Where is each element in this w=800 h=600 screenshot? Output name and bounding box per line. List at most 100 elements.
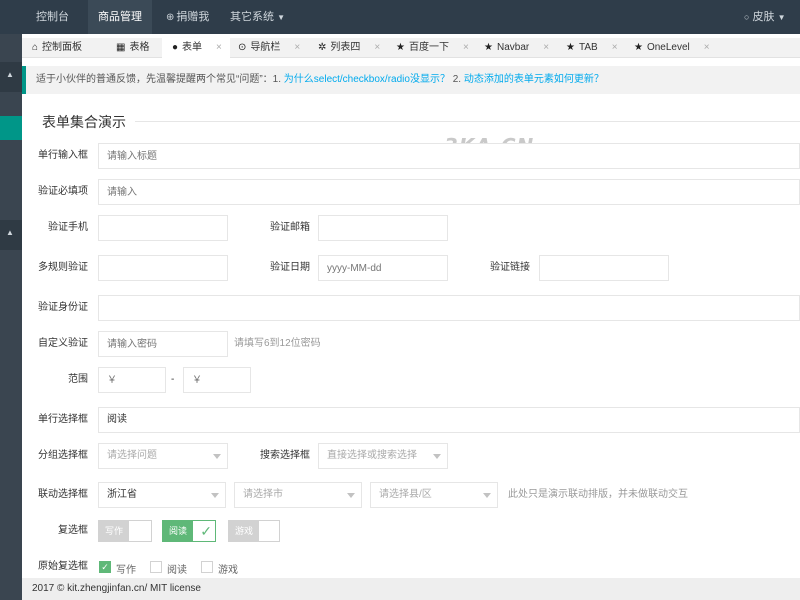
label-search-select: 搜索选择框 [260, 450, 310, 461]
caret-up-icon: ▲ [6, 228, 14, 237]
footer: 2017 © kit.zhengjinfan.cn/ MIT license [22, 578, 800, 600]
tab-label: TAB [578, 42, 598, 53]
label-date: 验证日期 [270, 262, 310, 273]
tab-label: Navbar [496, 42, 530, 53]
date-input[interactable] [318, 255, 448, 281]
caret-down-icon [213, 454, 221, 459]
province-select-value: 浙江省 [107, 489, 137, 500]
tab-list-four[interactable]: ✲ 列表四 × [308, 38, 390, 58]
notice-link-select-help[interactable]: 为什么select/checkbox/radio没显示？ [284, 74, 450, 85]
nav-other-systems-label: 其它系统 [230, 11, 274, 23]
raw-checkbox-label: 阅读 [167, 565, 187, 576]
tab-label: 表单 [182, 42, 203, 53]
label-single-line: 单行输入框 [38, 150, 88, 161]
label-group-select: 分组选择框 [38, 450, 88, 461]
city-select[interactable]: 请选择市 [234, 482, 362, 508]
raw-checkbox-reading[interactable] [150, 561, 162, 573]
tab-navbar[interactable]: ★ Navbar × [474, 38, 560, 58]
nav-skin[interactable]: ○ 皮肤 ▼ [744, 0, 785, 34]
email-input[interactable] [318, 215, 448, 241]
close-icon[interactable]: × [612, 42, 618, 53]
close-icon[interactable]: × [294, 42, 300, 53]
top-navbar: 控制台 商品管理 ⊕ 捐赠我 其它系统 ▼ ○ 皮肤 ▼ [0, 0, 800, 34]
compass-icon: ⊙ [238, 42, 247, 53]
caret-down-icon [211, 493, 219, 498]
raw-checkbox-gaming[interactable] [201, 561, 213, 573]
title-divider [135, 121, 800, 122]
multi-rule-input[interactable] [98, 255, 228, 281]
county-select-placeholder: 请选择县/区 [379, 489, 432, 500]
phone-input[interactable] [98, 215, 228, 241]
label-linked-select: 联动选择框 [38, 489, 88, 500]
nav-other-systems[interactable]: 其它系统 ▼ [230, 0, 285, 34]
nav-donate[interactable]: ⊕ 捐赠我 [166, 0, 209, 34]
close-icon[interactable]: × [374, 42, 380, 53]
city-select-placeholder: 请选择市 [243, 489, 283, 500]
required-input[interactable] [98, 179, 800, 205]
checkbox-label: 写作 [99, 521, 130, 541]
password-input[interactable] [98, 331, 228, 357]
range-separator: - [171, 374, 175, 385]
close-icon[interactable]: × [543, 42, 549, 53]
sidebar-active-item[interactable] [0, 116, 22, 140]
tab-tab[interactable]: ★ TAB × [556, 38, 632, 58]
label-single-select: 单行选择框 [38, 414, 88, 425]
raw-checkbox-label: 游戏 [218, 565, 238, 576]
tab-label: 表格 [129, 42, 150, 53]
notice-text: 适于小伙伴的普通反馈，先温馨提醒两个常见“问题”：1. [36, 74, 281, 85]
nav-donate-label: 捐赠我 [176, 11, 210, 23]
notice-link-dynamic-update[interactable]: 动态添加的表单元素如何更新？ [464, 74, 604, 85]
label-custom: 自定义验证 [38, 338, 88, 349]
single-select[interactable]: 阅读 [98, 407, 800, 433]
plus-circle-icon: ⊕ [166, 12, 175, 23]
check-icon: ✓ [200, 523, 212, 539]
url-input[interactable] [539, 255, 669, 281]
checkbox-reading[interactable]: 阅读 ✓ [162, 520, 216, 542]
label-multi-rule: 多规则验证 [38, 262, 88, 273]
caret-down-icon: ▼ [777, 13, 786, 22]
close-icon[interactable]: × [704, 42, 710, 53]
single-select-value: 阅读 [107, 414, 127, 425]
label-id-card: 验证身份证 [38, 302, 88, 313]
linked-select-hint: 此处只是演示联动排版，并未做联动交互 [508, 489, 688, 500]
search-select[interactable]: 直接选择或搜索选择 [318, 443, 448, 469]
sidebar-section[interactable]: ▲ [0, 62, 22, 92]
close-icon[interactable]: × [216, 42, 222, 53]
caret-down-icon [433, 454, 441, 459]
county-select[interactable]: 请选择县/区 [370, 482, 498, 508]
label-phone: 验证手机 [48, 222, 88, 233]
check-icon: ✓ [101, 562, 109, 572]
star-icon: ★ [634, 42, 643, 53]
tab-navbar-cn[interactable]: ⊙ 导航栏 × [228, 38, 310, 58]
nav-product-management[interactable]: 商品管理 [88, 0, 152, 34]
tab-label: 控制面板 [42, 42, 83, 53]
checkbox-writing[interactable]: 写作 [98, 520, 152, 542]
group-select-placeholder: 请选择问题 [107, 450, 157, 461]
tab-baidu[interactable]: ★ 百度一下 × [386, 38, 476, 58]
label-email: 验证邮箱 [270, 222, 310, 233]
nav-dashboard[interactable]: 控制台 [36, 0, 69, 34]
range-min-input[interactable] [98, 367, 166, 393]
tab-form[interactable]: ● 表单 × [162, 38, 230, 58]
checkbox-label: 游戏 [229, 521, 260, 541]
group-select[interactable]: 请选择问题 [98, 443, 228, 469]
province-select[interactable]: 浙江省 [98, 482, 226, 508]
user-icon: ● [172, 42, 179, 53]
title-input[interactable] [98, 143, 800, 169]
checkbox-gaming[interactable]: 游戏 [228, 520, 280, 542]
form-title: 表单集合演示 [42, 114, 126, 130]
raw-checkbox-writing[interactable]: ✓ [99, 561, 111, 573]
password-hint: 请填写6到12位密码 [234, 338, 321, 349]
star-icon: ★ [484, 42, 493, 53]
tab-onelevel[interactable]: ★ OneLevel × [624, 38, 724, 58]
footer-text: 2017 © kit.zhengjinfan.cn/ MIT license [32, 583, 201, 594]
range-max-input[interactable] [183, 367, 251, 393]
star-icon: ★ [396, 42, 405, 53]
table-icon: ▦ [116, 42, 126, 53]
close-icon[interactable]: × [463, 42, 469, 53]
nav-skin-label: 皮肤 [752, 11, 775, 23]
checkbox-label: 阅读 [163, 521, 194, 541]
id-card-input[interactable] [98, 295, 800, 321]
caret-down-icon [483, 493, 491, 498]
gear-icon: ✲ [318, 42, 327, 53]
